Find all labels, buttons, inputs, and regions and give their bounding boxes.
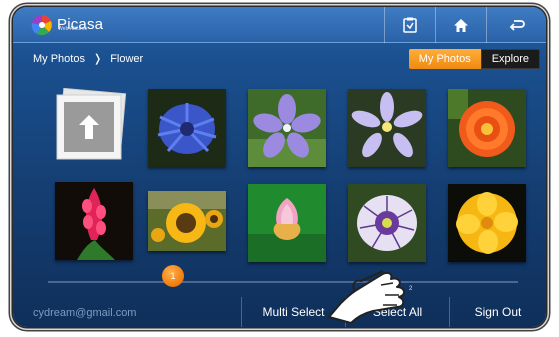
app-screen: Picasa Web Albums My Photos ❭ Flower My … (13, 7, 546, 327)
nav-row: My Photos ❭ Flower My Photos Explore (13, 46, 546, 72)
photo-thumbnail[interactable] (348, 184, 426, 262)
pointing-hand-icon (328, 270, 405, 324)
photo-thumbnail[interactable] (248, 184, 326, 262)
sign-out-button[interactable]: Sign Out (449, 297, 546, 327)
picasa-logo: Picasa (31, 12, 103, 38)
photo-thumbnail[interactable] (348, 89, 426, 167)
bottom-bar: cydream@gmail.com Multi Select Select Al… (13, 297, 546, 327)
up-folder-tile[interactable] (55, 87, 127, 161)
view-tabs: My Photos Explore (408, 49, 540, 69)
home-icon (453, 18, 468, 32)
breadcrumb-my-photos[interactable]: My Photos (33, 53, 85, 65)
photo-thumbnail[interactable] (448, 89, 526, 167)
picasa-pinwheel-icon (31, 14, 53, 36)
back-arrow-icon (509, 20, 525, 31)
photo-thumbnail[interactable] (55, 182, 133, 260)
photo-thumbnail[interactable] (148, 89, 226, 167)
top-bar: Picasa Web Albums (13, 7, 546, 43)
photo-thumbnail[interactable] (148, 191, 226, 251)
photo-thumbnail[interactable] (448, 184, 526, 262)
clipboard-button[interactable] (384, 7, 434, 43)
home-button[interactable] (435, 7, 485, 43)
app-subtitle: Web Albums (58, 26, 87, 32)
tab-explore[interactable]: Explore (480, 49, 540, 69)
page-slider-track[interactable] (48, 281, 518, 283)
breadcrumb-separator-icon: ❭ (92, 53, 103, 65)
breadcrumb: My Photos ❭ Flower (33, 52, 144, 66)
photo-thumbnail[interactable] (248, 89, 326, 167)
account-email: cydream@gmail.com (33, 307, 137, 319)
breadcrumb-flower: Flower (110, 52, 144, 65)
back-button[interactable] (486, 7, 546, 43)
tab-my-photos[interactable]: My Photos (408, 49, 481, 69)
clipboard-icon (402, 17, 417, 33)
page-slider-knob[interactable]: 1 (162, 265, 184, 287)
